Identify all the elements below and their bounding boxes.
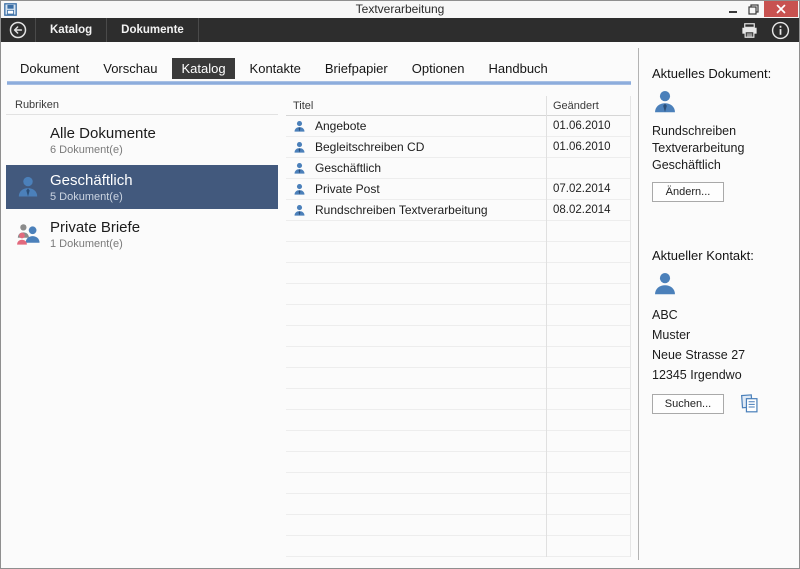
titlebar: Textverarbeitung <box>1 1 799 18</box>
document-title: Private Post <box>306 182 545 196</box>
tab-handbuch[interactable]: Handbuch <box>489 58 548 79</box>
current-contact-line: Muster <box>652 325 798 345</box>
current-document-line: Textverarbeitung <box>652 140 798 157</box>
table-row-empty <box>286 473 630 494</box>
toolbar-button-katalog[interactable]: Katalog <box>36 18 106 42</box>
tab-briefpapier[interactable]: Briefpapier <box>325 58 388 79</box>
current-document-heading: Aktuelles Dokument: <box>652 66 798 81</box>
person-icon <box>652 271 678 297</box>
column-header-titel[interactable]: Titel <box>286 96 545 115</box>
current-document-line: Rundschreiben <box>652 123 798 140</box>
tab-optionen[interactable]: Optionen <box>412 58 465 79</box>
copy-documents-icon[interactable] <box>739 393 760 414</box>
current-contact-info: ABC Muster Neue Strasse 27 12345 Irgendw… <box>652 305 798 385</box>
tab-dokument[interactable]: Dokument <box>20 58 79 79</box>
close-button[interactable] <box>764 1 798 17</box>
category-item-alle-dokumente[interactable]: Alle Dokumente 6 Dokument(e) <box>6 118 278 162</box>
table-row-empty <box>286 242 630 263</box>
column-divider <box>546 96 547 557</box>
table-row-empty <box>286 410 630 431</box>
info-panel: Aktuelles Dokument: Rundschreiben Textve… <box>652 48 798 414</box>
person-tie-icon <box>293 119 306 134</box>
window-title: Textverarbeitung <box>1 2 799 16</box>
document-title: Geschäftlich <box>306 161 545 175</box>
document-modified: 07.02.2014 <box>545 183 630 195</box>
person-tie-icon <box>293 161 306 176</box>
categories-panel: Rubriken Alle Dokumente 6 Dokument(e) Ge… <box>6 96 278 256</box>
person-tie-icon <box>293 140 306 155</box>
table-row-empty <box>286 494 630 515</box>
table-row-empty <box>286 536 630 557</box>
category-count: 1 Dokument(e) <box>50 238 140 250</box>
document-modified: 01.06.2010 <box>545 120 630 132</box>
info-icon[interactable] <box>771 21 790 40</box>
tab-katalog[interactable]: Katalog <box>172 58 234 79</box>
table-row-empty <box>286 263 630 284</box>
category-count: 6 Dokument(e) <box>50 144 156 156</box>
category-title: Private Briefe <box>50 219 140 236</box>
restore-icon <box>748 4 759 15</box>
search-contact-button[interactable]: Suchen... <box>652 394 724 414</box>
close-icon <box>776 4 786 14</box>
current-contact-line: Neue Strasse 27 <box>652 345 798 365</box>
window-controls <box>722 1 798 17</box>
panel-divider <box>638 48 639 560</box>
categories-header: Rubriken <box>6 96 278 115</box>
change-document-button[interactable]: Ändern... <box>652 182 724 202</box>
category-item-private-briefe[interactable]: Private Briefe 1 Dokument(e) <box>6 212 278 256</box>
table-row-empty <box>286 452 630 473</box>
table-row-empty <box>286 221 630 242</box>
current-contact-line: ABC <box>652 305 798 325</box>
documents-table: Titel Geändert Angebote 01.06.2010 Begle… <box>286 96 631 557</box>
category-count: 5 Dokument(e) <box>50 191 133 203</box>
person-tie-icon <box>293 182 306 197</box>
minimize-icon <box>729 11 737 13</box>
category-title: Alle Dokumente <box>50 125 156 142</box>
document-table-body: Angebote 01.06.2010 Begleitschreiben CD … <box>286 116 630 557</box>
toolbar-separator <box>198 18 199 42</box>
category-title: Geschäftlich <box>50 172 133 189</box>
person-tie-icon <box>293 203 306 218</box>
restore-button[interactable] <box>743 1 764 17</box>
table-row-empty <box>286 305 630 326</box>
tab-bar: Dokument Vorschau Katalog Kontakte Brief… <box>20 57 572 79</box>
document-modified: 08.02.2014 <box>545 204 630 216</box>
document-title: Rundschreiben Textverarbeitung <box>306 203 545 217</box>
toolbar: Katalog Dokumente <box>1 18 799 42</box>
tab-vorschau[interactable]: Vorschau <box>103 58 157 79</box>
document-title: Angebote <box>306 119 545 133</box>
current-document-info: Rundschreiben Textverarbeitung Geschäftl… <box>652 123 798 174</box>
people-group-icon <box>6 222 50 246</box>
table-header-row: Titel Geändert <box>286 96 630 116</box>
person-tie-icon <box>6 175 50 199</box>
minimize-button[interactable] <box>722 1 743 17</box>
document-title: Begleitschreiben CD <box>306 140 545 154</box>
table-row[interactable]: Rundschreiben Textverarbeitung 08.02.201… <box>286 200 630 221</box>
printer-icon[interactable] <box>740 21 759 40</box>
accent-underline <box>7 81 631 85</box>
toolbar-button-dokumente[interactable]: Dokumente <box>107 18 198 42</box>
person-tie-icon <box>652 89 678 115</box>
table-row[interactable]: Angebote 01.06.2010 <box>286 116 630 137</box>
table-row-empty <box>286 515 630 536</box>
table-row[interactable]: Private Post 07.02.2014 <box>286 179 630 200</box>
table-row-empty <box>286 389 630 410</box>
current-contact-line: 12345 Irgendwo <box>652 365 798 385</box>
document-modified: 01.06.2010 <box>545 141 630 153</box>
current-contact-heading: Aktueller Kontakt: <box>652 248 798 263</box>
table-row-empty <box>286 326 630 347</box>
table-row-empty <box>286 431 630 452</box>
current-document-line: Geschäftlich <box>652 157 798 174</box>
app-window: Textverarbeitung Katalog Dokumente Dokum… <box>0 0 800 569</box>
column-header-geaendert[interactable]: Geändert <box>545 96 630 115</box>
table-row-empty <box>286 368 630 389</box>
table-row[interactable]: Geschäftlich <box>286 158 630 179</box>
category-item-geschaeftlich[interactable]: Geschäftlich 5 Dokument(e) <box>6 165 278 209</box>
tab-kontakte[interactable]: Kontakte <box>250 58 301 79</box>
table-row[interactable]: Begleitschreiben CD 01.06.2010 <box>286 137 630 158</box>
back-button[interactable] <box>9 21 27 39</box>
table-row-empty <box>286 347 630 368</box>
table-row-empty <box>286 284 630 305</box>
